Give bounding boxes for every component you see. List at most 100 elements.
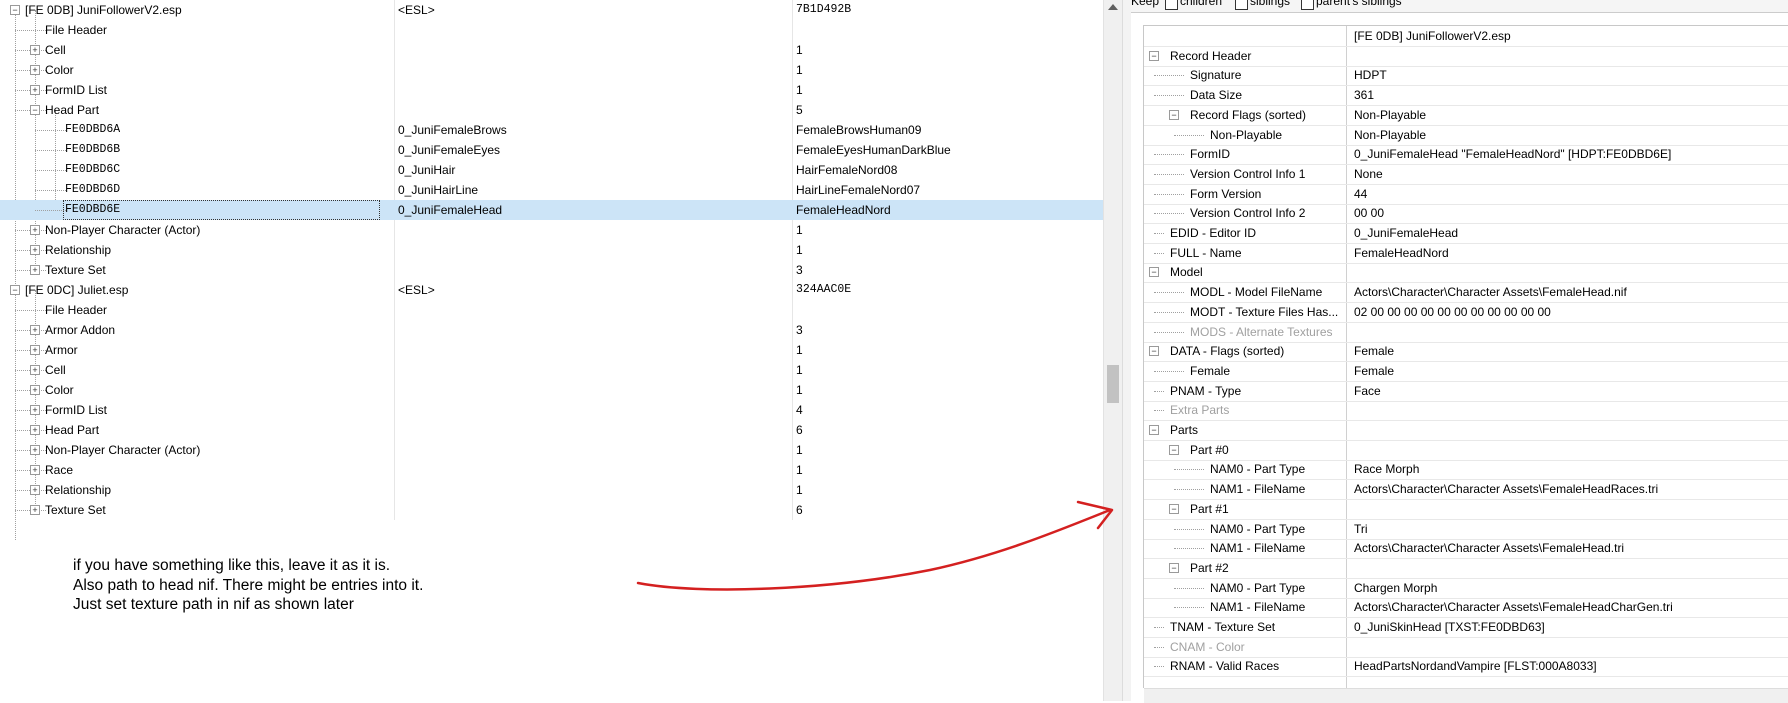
record-field-value: Chargen Morph	[1354, 580, 1438, 595]
tree-row[interactable]: + Color 1	[0, 380, 1103, 400]
collapse-icon[interactable]: −	[30, 105, 40, 115]
expand-icon[interactable]: +	[30, 445, 40, 455]
tree-row[interactable]: + Non-Player Character (Actor) 1	[0, 440, 1103, 460]
tree-row[interactable]: + Color 1	[0, 60, 1103, 80]
collapse-icon[interactable]: −	[10, 285, 20, 295]
record-row[interactable]: Version Control Info 1 None	[1144, 164, 1788, 185]
tree-row[interactable]: + Relationship 1	[0, 240, 1103, 260]
expand-icon[interactable]: +	[30, 45, 40, 55]
record-row[interactable]: TNAM - Texture Set 0_JuniSkinHead [TXST:F…	[1144, 617, 1788, 638]
expand-icon[interactable]: +	[30, 425, 40, 435]
tree-row[interactable]: FE0DBD6D 0_JuniHairLine HairLineFemaleNord…	[0, 180, 1103, 200]
record-row[interactable]: NAM1 - FileName Actors\Character\Characte…	[1144, 479, 1788, 501]
expand-icon[interactable]: +	[30, 65, 40, 75]
record-row[interactable]: − DATA - Flags (sorted) Female	[1144, 341, 1788, 363]
keep-siblings-checkbox[interactable]	[1235, 0, 1248, 10]
tree-row[interactable]: FE0DBD6B 0_JuniFemaleEyes FemaleEyesHumanD…	[0, 140, 1103, 160]
record-row[interactable]: Non-Playable Non-Playable	[1144, 125, 1788, 146]
tree-row-name: FE0DBD6C	[65, 163, 121, 176]
collapse-icon[interactable]: −	[1149, 267, 1159, 278]
tree-row[interactable]: FE0DBD6C 0_JuniHair HairFemaleNord08	[0, 160, 1103, 180]
record-row[interactable]: RNAM - Valid Races HeadPartsNordandVampir…	[1144, 656, 1788, 678]
expand-icon[interactable]: +	[30, 485, 40, 495]
tree-row[interactable]: + Cell 1	[0, 360, 1103, 380]
record-row[interactable]: PNAM - Type Face	[1144, 381, 1788, 402]
collapse-icon[interactable]: −	[10, 5, 20, 15]
record-row[interactable]: EDID - Editor ID 0_JuniFemaleHead	[1144, 223, 1788, 244]
keep-parents-siblings-checkbox[interactable]	[1301, 0, 1314, 10]
tree-row[interactable]: + FormID List 4	[0, 400, 1103, 420]
tree-row[interactable]: + Head Part 6	[0, 420, 1103, 440]
tree-row[interactable]: − [FE 0DC] Juliet.esp <ESL> 324AAC0E	[0, 280, 1103, 300]
record-row[interactable]: NAM1 - FileName Actors\Character\Characte…	[1144, 597, 1788, 619]
tree-row-value: HairFemaleNord08	[796, 163, 898, 177]
record-row[interactable]: FULL - Name FemaleHeadNord	[1144, 243, 1788, 264]
keep-children-checkbox[interactable]	[1165, 0, 1178, 10]
tree-row[interactable]: + Non-Player Character (Actor) 1	[0, 220, 1103, 240]
tree-row[interactable]: File Header	[0, 20, 1103, 40]
tree-row-name: Cell	[45, 43, 66, 57]
tree-row[interactable]: − [FE 0DB] JuniFollowerV2.esp <ESL> 7B1D492…	[0, 0, 1103, 20]
record-row[interactable]: NAM0 - Part Type Race Morph	[1144, 459, 1788, 481]
record-row[interactable]: MODS - Alternate Textures	[1144, 322, 1788, 343]
expand-icon[interactable]: +	[30, 345, 40, 355]
collapse-icon[interactable]: −	[1149, 425, 1159, 435]
tree-row[interactable]: + Race 1	[0, 460, 1103, 480]
record-row[interactable]: − Part #0	[1144, 440, 1788, 461]
left-scrollbar[interactable]	[1103, 0, 1122, 701]
record-field-value: Female	[1354, 344, 1395, 359]
tree-row[interactable]: FE0DBD6A 0_JuniFemaleBrows FemaleBrowsHuma…	[0, 120, 1103, 140]
expand-icon[interactable]: +	[30, 225, 40, 235]
record-row[interactable]: NAM0 - Part Type Tri	[1144, 519, 1788, 540]
tree-row[interactable]: + Texture Set 6	[0, 500, 1103, 520]
collapse-icon[interactable]: −	[1169, 109, 1179, 120]
expand-icon[interactable]: +	[30, 405, 40, 415]
collapse-icon[interactable]: −	[1169, 444, 1179, 455]
record-row[interactable]: MODT - Texture Files Has... 02 00 00 00 0…	[1144, 302, 1788, 323]
tree-row[interactable]: + Relationship 1	[0, 480, 1103, 500]
record-row[interactable]: Signature HDPT	[1144, 65, 1788, 87]
record-row[interactable]: Version Control Info 2 00 00	[1144, 203, 1788, 225]
record-row[interactable]: Form Version 44	[1144, 184, 1788, 205]
expand-icon[interactable]: +	[30, 265, 40, 275]
scroll-up-icon[interactable]	[1108, 4, 1118, 10]
record-row[interactable]: [FE 0DB] JuniFollowerV2.esp	[1144, 26, 1788, 47]
tree-row[interactable]: − Head Part 5	[0, 100, 1103, 120]
record-row[interactable]: − Part #2	[1144, 558, 1788, 579]
record-row[interactable]: MODL - Model FileName Actors\Character\Ch…	[1144, 282, 1788, 304]
record-row[interactable]: − Parts	[1144, 420, 1788, 441]
expand-icon[interactable]: +	[30, 465, 40, 475]
tree-row-value: 1	[796, 383, 803, 397]
tree-row[interactable]: FE0DBD6E 0_JuniFemaleHead FemaleHeadNord	[0, 200, 1103, 220]
record-row[interactable]: − Model	[1144, 262, 1788, 284]
expand-icon[interactable]: +	[30, 505, 40, 515]
record-row[interactable]: − Record Flags (sorted) Non-Playable	[1144, 105, 1788, 126]
tree-row[interactable]: File Header	[0, 300, 1103, 320]
record-row[interactable]: CNAM - Color	[1144, 637, 1788, 658]
record-row[interactable]: NAM1 - FileName Actors\Character\Characte…	[1144, 538, 1788, 560]
expand-icon[interactable]: +	[30, 385, 40, 395]
record-row[interactable]: Female Female	[1144, 361, 1788, 382]
record-field-name: Signature	[1190, 68, 1242, 83]
record-row[interactable]: Data Size 361	[1144, 85, 1788, 107]
record-row[interactable]: NAM0 - Part Type Chargen Morph	[1144, 578, 1788, 599]
collapse-icon[interactable]: −	[1149, 50, 1159, 61]
tree-row[interactable]: + Texture Set 3	[0, 260, 1103, 280]
collapse-icon[interactable]: −	[1169, 562, 1179, 573]
expand-icon[interactable]: +	[30, 245, 40, 255]
tree-row[interactable]: + Armor 1	[0, 340, 1103, 360]
record-row[interactable]: − Record Header	[1144, 46, 1788, 67]
expand-icon[interactable]: +	[30, 325, 40, 335]
collapse-icon[interactable]: −	[1149, 346, 1159, 357]
collapse-icon[interactable]: −	[1169, 503, 1179, 514]
tree-row[interactable]: + Armor Addon 3	[0, 320, 1103, 340]
record-row[interactable]: FormID 0_JuniFemaleHead "FemaleHeadNord" …	[1144, 144, 1788, 166]
tree-row[interactable]: + FormID List 1	[0, 80, 1103, 100]
record-row[interactable]: Extra Parts	[1144, 400, 1788, 422]
expand-icon[interactable]: +	[30, 85, 40, 95]
expand-icon[interactable]: +	[30, 365, 40, 375]
tree-row[interactable]: + Cell 1	[0, 40, 1103, 60]
record-row[interactable]: − Part #1	[1144, 499, 1788, 520]
record-field-value: Non-Playable	[1354, 127, 1427, 142]
scroll-thumb[interactable]	[1107, 365, 1119, 403]
